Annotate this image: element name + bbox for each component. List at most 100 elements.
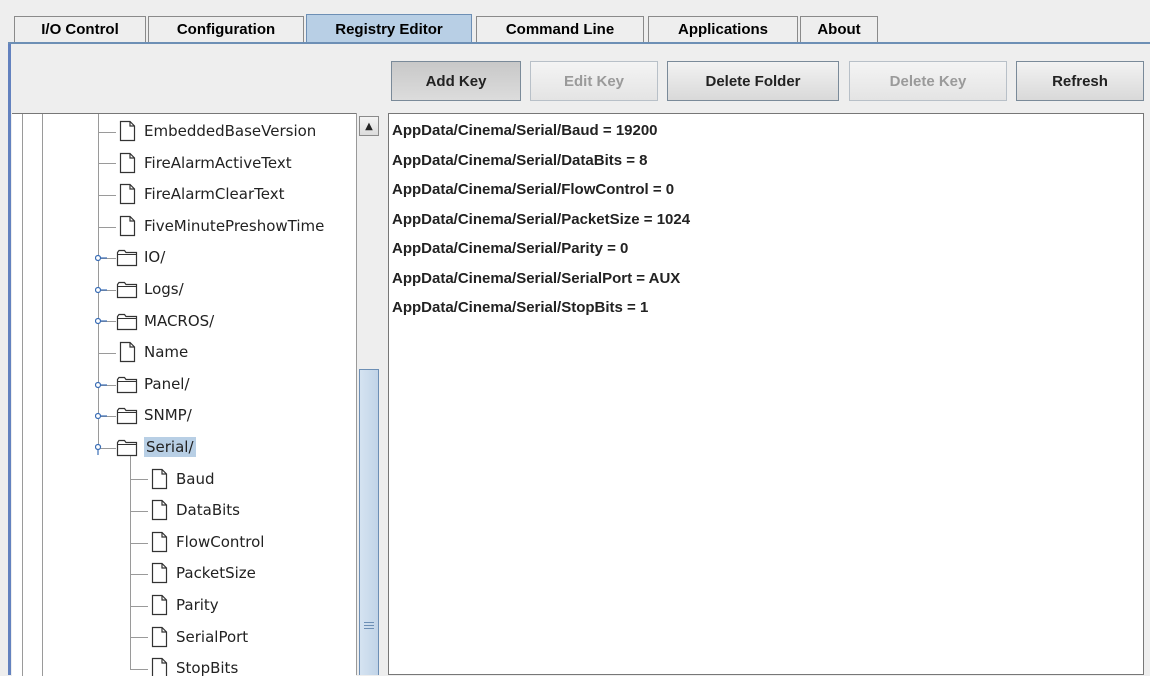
tab-applications[interactable]: Applications: [648, 16, 798, 42]
arrow-up-icon: ▲: [365, 120, 373, 132]
tree-node-label: FireAlarmClearText: [144, 185, 285, 204]
tab-registry-editor[interactable]: Registry Editor: [306, 14, 472, 44]
tree-connector-line: [130, 479, 148, 481]
tree-node-label: IO/: [144, 248, 166, 267]
scrollbar-thumb[interactable]: [359, 369, 379, 675]
tree-node-label: PacketSize: [176, 564, 256, 583]
tab-label: I/O Control: [41, 21, 119, 38]
tab-bar: I/O Control Configuration Registry Edito…: [0, 0, 1150, 44]
folder-icon: [116, 281, 138, 299]
expand-handle-icon[interactable]: [95, 285, 109, 299]
folder-icon: [116, 408, 138, 425]
tree-connector-line: [130, 669, 148, 670]
grip-line: [364, 628, 374, 629]
tab-label: Configuration: [176, 21, 276, 38]
grip-line: [364, 622, 374, 623]
tree-key-node[interactable]: FiveMinutePreshowTime: [116, 211, 324, 241]
edit-key-button[interactable]: Edit Key: [530, 61, 658, 101]
document-icon: [151, 468, 168, 489]
tree-connector-line: [130, 637, 148, 639]
refresh-button[interactable]: Refresh: [1016, 61, 1144, 101]
tree-key-node[interactable]: PacketSize: [148, 558, 256, 588]
expand-handle-icon[interactable]: [95, 253, 109, 267]
key-value-entry[interactable]: AppData/Cinema/Serial/Baud = 19200: [392, 122, 658, 139]
document-icon: [119, 120, 136, 142]
document-icon: [119, 184, 136, 205]
tab-label: Applications: [677, 21, 768, 38]
tab-about[interactable]: About: [800, 16, 878, 42]
tree-node-label: Parity: [176, 596, 219, 614]
tree-node-label: FlowControl: [176, 532, 265, 551]
tree-node-label: Panel/: [144, 374, 190, 393]
folder-icon: [116, 250, 138, 267]
document-icon: [119, 152, 136, 173]
tree-node-label: FiveMinutePreshowTime: [144, 216, 325, 235]
tree-scrollbar[interactable]: ▲: [356, 113, 382, 675]
tree-folder-node[interactable]: Panel/: [116, 369, 190, 399]
tab-label: Command Line: [505, 21, 615, 38]
grip-line: [364, 625, 374, 626]
tree-connector-line: [98, 195, 116, 196]
frame-border: [8, 44, 11, 675]
tree-key-node[interactable]: FireAlarmClearText: [116, 179, 284, 209]
tab-io-control[interactable]: I/O Control: [14, 16, 146, 42]
tree-node-label: Logs/: [144, 280, 184, 298]
tree-key-node[interactable]: FireAlarmActiveText: [116, 148, 292, 178]
tree-node-label: Serial/: [144, 437, 196, 457]
expand-handle-icon[interactable]: [95, 411, 109, 425]
tree-folder-node[interactable]: Serial/: [116, 432, 196, 462]
tree-key-node[interactable]: StopBits: [148, 653, 238, 676]
tree-key-node[interactable]: Baud: [148, 464, 215, 494]
tree-key-node[interactable]: SerialPort: [148, 622, 248, 652]
key-value-entry[interactable]: AppData/Cinema/Serial/PacketSize = 1024: [392, 211, 690, 228]
tree-folder-node[interactable]: SNMP/: [116, 400, 192, 430]
key-value-entry[interactable]: AppData/Cinema/Serial/FlowControl = 0: [392, 181, 674, 198]
tree-connector-line: [130, 605, 148, 607]
tree-connector-line: [98, 131, 116, 133]
document-icon: [151, 531, 168, 552]
tree-connector-line: [130, 511, 148, 512]
collapse-handle-icon[interactable]: [95, 443, 109, 457]
add-key-button[interactable]: Add Key: [391, 61, 521, 101]
tree-node-label: DataBits: [176, 501, 240, 520]
tree-connector-line: [130, 542, 148, 544]
tab-command-line[interactable]: Command Line: [476, 16, 644, 42]
key-value-entry[interactable]: AppData/Cinema/Serial/DataBits = 8: [392, 152, 648, 169]
tree-connector-line: [98, 226, 116, 228]
document-icon: [119, 342, 136, 363]
key-values-list: AppData/Cinema/Serial/Baud = 19200 AppDat…: [388, 113, 1144, 675]
document-icon: [151, 658, 168, 676]
delete-folder-button[interactable]: Delete Folder: [667, 61, 839, 101]
tree-node-label: EmbeddedBaseVersion: [144, 122, 317, 140]
expand-handle-icon[interactable]: [95, 380, 109, 394]
document-icon: [151, 563, 168, 584]
tree-node-label: FireAlarmActiveText: [144, 153, 292, 172]
scroll-up-button[interactable]: ▲: [359, 116, 379, 136]
tree-folder-node[interactable]: Logs/: [116, 274, 184, 304]
tree-folder-node[interactable]: MACROS/: [116, 306, 214, 336]
tree-connector-line: [98, 163, 116, 165]
registry-tree[interactable]: EmbeddedBaseVersion FireAlarmActiveText Fi…: [12, 113, 356, 676]
tree-connector-line: [98, 353, 116, 354]
document-icon: [151, 626, 168, 647]
tree-node-label: SNMP/: [144, 406, 192, 425]
document-icon: [151, 594, 168, 616]
folder-icon: [116, 376, 138, 393]
key-value-entry[interactable]: AppData/Cinema/Serial/SerialPort = AUX: [392, 270, 680, 287]
tree-key-node[interactable]: EmbeddedBaseVersion: [116, 116, 316, 146]
key-value-entry[interactable]: AppData/Cinema/Serial/StopBits = 1: [392, 299, 648, 316]
tab-label: About: [817, 21, 861, 38]
tree-key-node[interactable]: FlowControl: [148, 527, 264, 557]
tree-key-node[interactable]: Parity: [148, 590, 219, 620]
key-value-entry[interactable]: AppData/Cinema/Serial/Parity = 0: [392, 240, 628, 257]
tree-node-label: Baud: [176, 469, 215, 488]
delete-key-button[interactable]: Delete Key: [849, 61, 1007, 101]
expand-handle-icon[interactable]: [95, 316, 109, 330]
tree-folder-node[interactable]: IO/: [116, 242, 165, 272]
tree-key-node[interactable]: DataBits: [148, 495, 240, 525]
tree-key-node[interactable]: Name: [116, 337, 188, 367]
document-icon: [151, 500, 168, 521]
tab-configuration[interactable]: Configuration: [148, 16, 304, 42]
tree-node-label: StopBits: [176, 659, 239, 676]
tree-node-label: Name: [144, 343, 189, 362]
